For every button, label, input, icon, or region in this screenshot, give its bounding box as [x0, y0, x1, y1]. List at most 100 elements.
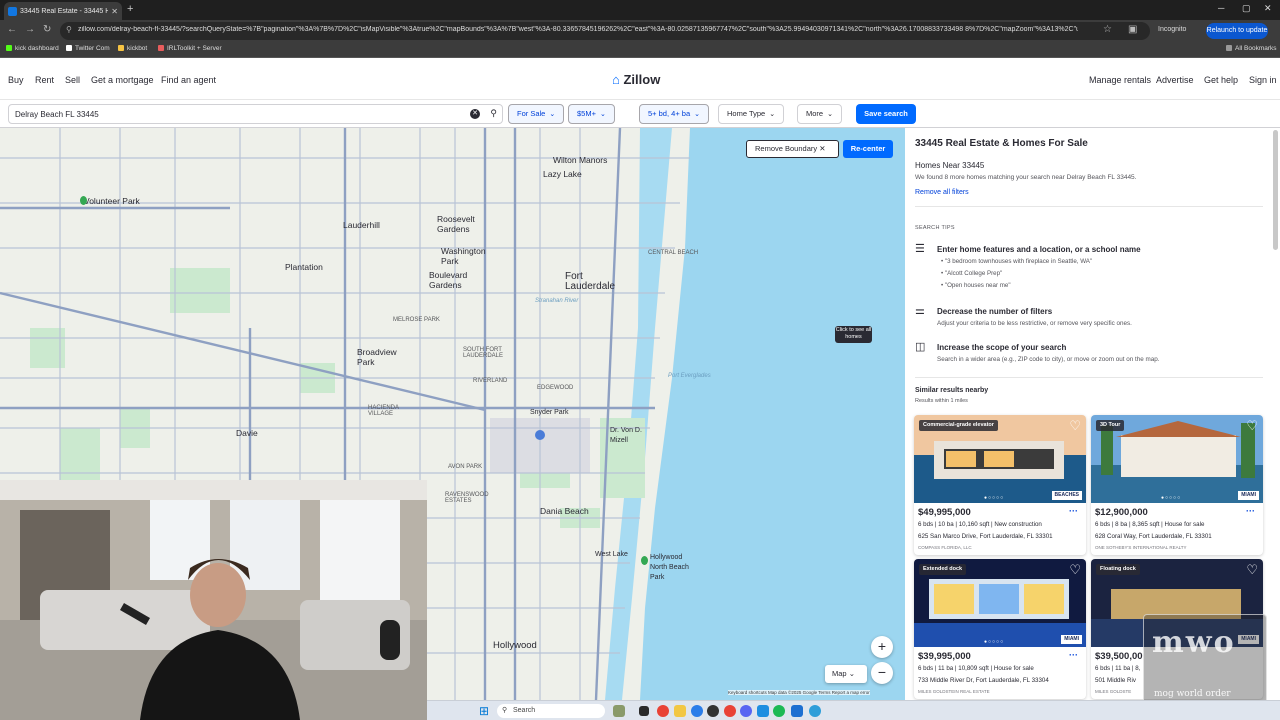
windows-taskbar: ⊞ ⚲ Search [427, 700, 1280, 720]
nav-sign-in[interactable]: Sign in [1249, 75, 1277, 85]
listing-badge: Floating dock [1096, 564, 1140, 575]
map-label-ravenswood-estates: RAVENSWOOD ESTATES [445, 492, 489, 504]
remove-all-filters-link[interactable]: Remove all filters [915, 189, 969, 196]
omnibox[interactable]: ⚲ zillow.com/delray-beach-fl-33445/?sear… [60, 22, 1150, 40]
sliders-icon: ⚌ [915, 305, 925, 317]
site-info-icon[interactable]: ⚲ [66, 25, 72, 34]
nav-find-an-agent[interactable]: Find an agent [161, 75, 216, 85]
nav-sell[interactable]: Sell [65, 75, 80, 85]
map-label-edgewood: EDGEWOOD [537, 385, 574, 391]
forward-icon[interactable]: → [25, 24, 35, 35]
listing-price: $39,995,000 [918, 651, 971, 662]
listing-card[interactable]: 3D Tour ♡ ●○○○○ MIAMI $12,900,000 ··· 6 … [1091, 415, 1263, 555]
search-input[interactable]: Delray Beach FL 33445 ✕ ⚲ [8, 104, 503, 124]
edge-icon[interactable] [691, 705, 703, 717]
listing-facts: 6 bds | 8 ba | 8,365 sqft | House for sa… [1095, 521, 1205, 528]
x-icon [66, 45, 72, 51]
chevron-down-icon: ⌄ [827, 111, 833, 118]
bookmark-kick-dashboard[interactable]: kick dashboard [6, 45, 59, 52]
save-search-button[interactable]: Save search [856, 104, 916, 124]
app-icon[interactable] [809, 705, 821, 717]
nav-rent[interactable]: Rent [35, 75, 54, 85]
taskbar-search[interactable]: ⚲ Search [497, 704, 605, 718]
bookmark-kickbot[interactable]: kickbot [118, 45, 147, 52]
chrome-icon[interactable] [724, 705, 736, 717]
heart-icon[interactable]: ♡ [1246, 418, 1258, 434]
all-bookmarks[interactable]: All Bookmarks [1226, 45, 1277, 52]
map-type-select[interactable]: Map ⌄ [825, 665, 867, 683]
bookmark-irltoolkit[interactable]: IRLToolkit + Server [158, 45, 222, 52]
listing-card[interactable]: Commercial-grade elevator ♡ ●○○○○ BEACHE… [914, 415, 1086, 555]
bookmark-star-icon[interactable]: ☆ [1103, 24, 1112, 35]
kickbot-icon [118, 45, 124, 51]
more-options-icon[interactable]: ··· [1246, 506, 1255, 516]
bookmark-twitter[interactable]: Twitter Com [66, 45, 110, 52]
heart-icon[interactable]: ♡ [1246, 562, 1258, 578]
minimize-icon[interactable]: ─ [1218, 3, 1224, 13]
spotify-icon[interactable] [773, 705, 785, 717]
windows-start-icon[interactable]: ⊞ [479, 704, 489, 718]
notes-icon[interactable] [791, 705, 803, 717]
nav-buy[interactable]: Buy [8, 75, 24, 85]
map-label-dania-beach: Dania Beach [540, 506, 589, 516]
listing-address: 501 Middle Riv [1095, 677, 1136, 684]
filter-for-sale[interactable]: For Sale ⌄ [508, 104, 565, 124]
recenter-button[interactable]: Re-center [843, 140, 893, 158]
zillow-logo[interactable]: ⌂ Zillow [612, 72, 660, 87]
more-options-icon[interactable]: ··· [1069, 506, 1078, 516]
close-window-icon[interactable]: ✕ [1264, 3, 1272, 14]
nav-advertise[interactable]: Advertise [1156, 75, 1194, 85]
map-label-lazy-lake: Lazy Lake [543, 169, 582, 179]
widget-icon[interactable] [613, 705, 625, 717]
divider [915, 377, 1263, 378]
filter-home-type[interactable]: Home Type ⌄ [718, 104, 785, 124]
irltoolkit-icon [158, 45, 164, 51]
filter-more[interactable]: More ⌄ [797, 104, 842, 124]
divider [915, 206, 1263, 207]
obs-icon[interactable] [707, 705, 719, 717]
chevron-down-icon: ⌄ [769, 111, 776, 118]
tab-close-icon[interactable]: ✕ [111, 7, 118, 16]
tip-heading: Increase the scope of your search [937, 343, 1067, 352]
nav-manage-rentals[interactable]: Manage rentals [1089, 75, 1151, 85]
zoom-out-button[interactable]: − [871, 662, 893, 684]
heart-icon[interactable]: ♡ [1069, 562, 1081, 578]
heart-icon[interactable]: ♡ [1069, 418, 1081, 434]
map-label-roosevelt-gardens: Roosevelt Gardens [437, 214, 475, 234]
back-icon[interactable]: ← [7, 24, 17, 35]
chrome-icon[interactable] [657, 705, 669, 717]
filter-beds-baths[interactable]: 5+ bd, 4+ ba ⌄ [639, 104, 709, 124]
zillow-logo-icon: ⌂ [612, 72, 620, 87]
task-view-icon[interactable] [639, 706, 649, 716]
file-explorer-icon[interactable] [674, 705, 686, 717]
listing-facts: 6 bds | 10 ba | 10,160 sqft | New constr… [918, 521, 1042, 528]
relaunch-button[interactable]: Relaunch to update [1206, 23, 1268, 39]
app-icon[interactable] [757, 705, 769, 717]
tip-text: Adjust your criteria to be less restrict… [937, 320, 1132, 327]
map-label-hollywood: Hollywood [493, 640, 537, 651]
filter-price[interactable]: $5M+ ⌄ [568, 104, 615, 124]
broker-logo: BEACHES [1051, 491, 1082, 500]
extensions-icon[interactable]: ▣ [1128, 24, 1137, 35]
new-tab-icon[interactable]: + [127, 3, 133, 15]
browser-tab[interactable]: 33445 Real Estate - 33445 Hom ✕ [4, 2, 122, 20]
zoom-in-button[interactable]: + [871, 636, 893, 658]
url-text: zillow.com/delray-beach-fl-33445/?search… [78, 26, 1078, 33]
park-marker-icon [641, 556, 648, 565]
listing-broker: MILES GOLDSTE [1095, 689, 1132, 694]
reload-icon[interactable]: ↻ [43, 24, 51, 35]
tip-bullet: • "Open houses near me" [941, 282, 1011, 289]
panel-scrollbar[interactable] [1273, 130, 1278, 250]
nav-get-help[interactable]: Get help [1204, 75, 1238, 85]
discord-icon[interactable] [740, 705, 752, 717]
clear-search-icon[interactable]: ✕ [470, 109, 480, 119]
close-icon: ✕ [819, 144, 826, 153]
nav-get-a-mortgage[interactable]: Get a mortgage [91, 75, 154, 85]
search-icon[interactable]: ⚲ [490, 108, 497, 119]
chevron-down-icon: ⌄ [599, 111, 606, 118]
more-options-icon[interactable]: ··· [1069, 650, 1078, 660]
maximize-icon[interactable]: ▢ [1242, 3, 1251, 14]
remove-boundary-button[interactable]: Remove Boundary ✕ [746, 140, 839, 158]
listing-card[interactable]: Extended dock ♡ ●○○○○ MIAMI $39,995,000 … [914, 559, 1086, 699]
map-label-boulevard-gardens: Boulevard Gardens [429, 270, 468, 290]
